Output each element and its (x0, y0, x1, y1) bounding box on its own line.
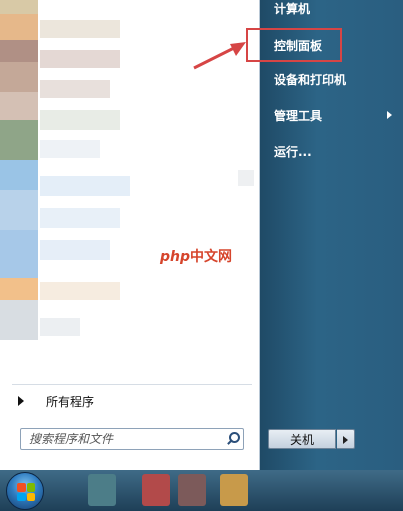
menu-item-run-label: 运行... (274, 144, 312, 159)
submenu-arrow-icon (387, 111, 392, 119)
blurred-program-icon (0, 160, 38, 190)
play-arrow-icon (18, 396, 24, 406)
windows-logo-icon (17, 483, 35, 501)
all-programs-label: 所有程序 (46, 394, 95, 409)
blurred-program-name (40, 80, 110, 98)
blurred-program-icon (0, 120, 38, 160)
shutdown-button[interactable]: 关机 (268, 429, 336, 449)
menu-item-run[interactable]: 运行... (262, 138, 400, 164)
blurred-program-name (40, 110, 120, 130)
blurred-program-name (40, 282, 120, 300)
blurred-program-icon (0, 0, 38, 14)
blurred-program-icon (0, 230, 38, 278)
all-programs-separator (12, 384, 252, 385)
start-button[interactable] (6, 472, 44, 510)
annotation-arrow-icon (193, 42, 246, 70)
blurred-program-name (40, 20, 120, 38)
blurred-program-name (40, 318, 80, 336)
blurred-program-name (40, 140, 100, 158)
blurred-program-icon (238, 170, 254, 186)
watermark: php中文网 (160, 246, 232, 266)
menu-item-devices-printers-label: 设备和打印机 (274, 72, 347, 87)
blurred-program-name (40, 50, 120, 68)
taskbar-app-button[interactable] (88, 474, 116, 506)
watermark-php: php (160, 249, 191, 265)
shutdown-label: 关机 (289, 432, 314, 447)
menu-item-admin-tools[interactable]: 管理工具 (262, 102, 400, 128)
menu-item-devices-printers[interactable]: 设备和打印机 (262, 66, 400, 92)
blurred-program-icon (0, 190, 38, 230)
search-icon[interactable] (223, 429, 243, 449)
blurred-program-name (40, 176, 130, 196)
highlight-box (246, 28, 342, 62)
blurred-program-icon (0, 300, 38, 340)
menu-item-admin-tools-label: 管理工具 (274, 108, 323, 123)
blurred-program-name (40, 240, 110, 260)
blurred-program-name (40, 208, 120, 228)
menu-item-computer-label: 计算机 (274, 1, 311, 16)
search-box[interactable] (20, 428, 244, 450)
all-programs-button[interactable]: 所有程序 (0, 388, 258, 414)
taskbar-app-button[interactable] (178, 474, 206, 506)
menu-item-computer[interactable]: 计算机 (262, 0, 400, 21)
blurred-program-icon (0, 14, 38, 40)
blurred-program-icon (0, 62, 38, 92)
taskbar-app-button[interactable] (142, 474, 170, 506)
blurred-program-icon (0, 278, 38, 300)
watermark-text: 中文网 (190, 249, 233, 265)
shutdown-options-button[interactable] (337, 429, 355, 449)
blurred-program-icon (0, 40, 38, 62)
blurred-program-icon (0, 92, 38, 120)
search-input[interactable] (21, 430, 223, 448)
taskbar-app-button[interactable] (220, 474, 248, 506)
